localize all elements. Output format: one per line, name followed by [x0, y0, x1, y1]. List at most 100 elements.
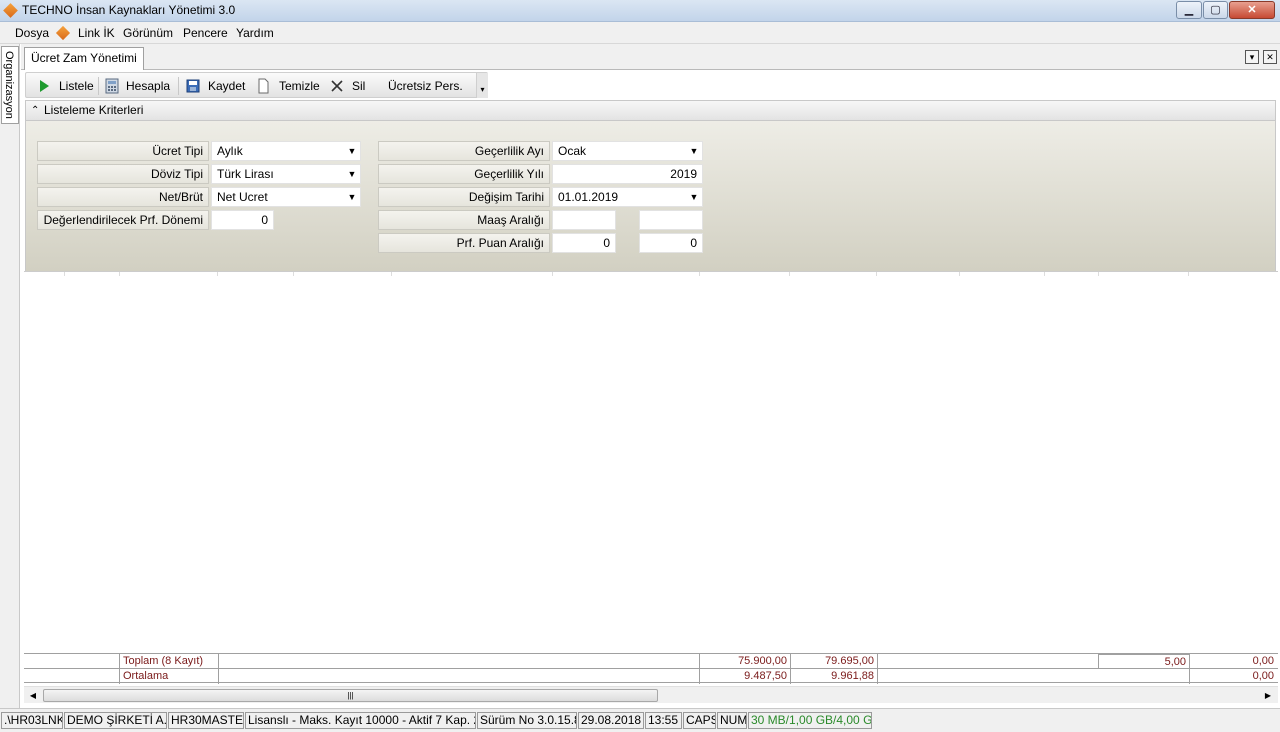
- column-divider: [217, 272, 218, 276]
- hesapla-button[interactable]: Hesapla: [126, 78, 170, 94]
- ortalama-row: Ortalama 9.487,50 9.961,88 0,00: [24, 668, 1278, 684]
- horizontal-scrollbar[interactable]: ◀ ||| ▶: [24, 686, 1278, 703]
- scroll-right-arrow-icon[interactable]: ▶: [1262, 689, 1274, 702]
- degisim-tarihi-picker[interactable]: 01.01.2019 ▼: [552, 187, 703, 207]
- menu-pencere[interactable]: Pencere: [183, 26, 228, 40]
- menu-yardim[interactable]: Yardım: [236, 26, 274, 40]
- menu-dosya[interactable]: Dosya: [15, 26, 49, 40]
- tab-close-button[interactable]: ✕: [1263, 50, 1277, 64]
- status-version: Sürüm No 3.0.15.8: [477, 712, 577, 729]
- toplam-label: Toplam (8 Kayıt): [119, 654, 218, 669]
- toolbar-separator: [98, 77, 99, 95]
- net-brut-select[interactable]: Net Ucret ▼: [211, 187, 361, 207]
- column-divider: [959, 272, 960, 276]
- footer-cell-empty: [218, 654, 699, 669]
- status-memory: 30 MB/1,00 GB/4,00 GB: [748, 712, 872, 729]
- column-divider: [789, 272, 790, 276]
- status-db: HR30MASTER: [168, 712, 244, 729]
- tab-list-dropdown-button[interactable]: ▾: [1245, 50, 1259, 64]
- doviz-tipi-label: Döviz Tipi: [37, 164, 209, 184]
- minimize-button[interactable]: ▁: [1176, 1, 1202, 19]
- link-ik-icon: [55, 25, 71, 41]
- chevron-down-icon[interactable]: ▼: [344, 188, 360, 206]
- ucretsiz-pers-button[interactable]: Ücretsiz Pers.: [388, 78, 463, 94]
- column-divider: [699, 272, 700, 276]
- close-button[interactable]: ✕: [1229, 1, 1275, 19]
- menu-bar: Dosya Link İK Görünüm Pencere Yardım: [0, 22, 1280, 44]
- temizle-button[interactable]: Temizle: [279, 78, 320, 94]
- status-link: .\HR03LNK: [1, 712, 63, 729]
- gecerlilik-ayi-value: Ocak: [558, 144, 587, 158]
- toplam-value: 0,00: [1189, 654, 1277, 669]
- toolbar-overflow-button[interactable]: ▾: [476, 73, 488, 98]
- toplam-value: 75.900,00: [699, 654, 790, 669]
- delete-x-icon: [331, 80, 343, 92]
- toplam-value: 5,00: [1098, 654, 1189, 669]
- chevron-down-icon[interactable]: ▼: [344, 142, 360, 160]
- document-tab-strip: Ücret Zam Yönetimi ▾ ✕: [21, 44, 1280, 70]
- toplam-value: 79.695,00: [790, 654, 877, 669]
- degisim-tarihi-label: Değişim Tarihi: [378, 187, 550, 207]
- puan-min-input[interactable]: 0: [552, 233, 616, 253]
- toolbar-separator: [178, 77, 179, 95]
- footer-cell-divider: [877, 654, 884, 669]
- gecerlilik-yili-label: Geçerlilik Yılı: [378, 164, 550, 184]
- play-icon: [40, 80, 49, 92]
- footer-cell-divider: [877, 669, 884, 684]
- column-divider: [1098, 272, 1099, 276]
- doviz-tipi-value: Türk Lirası: [217, 167, 274, 181]
- ucret-tipi-label: Ücret Tipi: [37, 141, 209, 161]
- calculator-icon: [105, 78, 119, 94]
- status-license: Lisanslı - Maks. Kayıt 10000 - Aktif 7 K…: [245, 712, 476, 729]
- collapse-chevron-icon: ⌃: [31, 105, 40, 116]
- status-company: DEMO ŞİRKETİ A.Ş: [64, 712, 167, 729]
- listele-button[interactable]: Listele: [59, 78, 94, 94]
- scroll-left-arrow-icon[interactable]: ◀: [27, 689, 39, 702]
- status-bar: .\HR03LNK DEMO ŞİRKETİ A.Ş HR30MASTER Li…: [0, 708, 1280, 732]
- ortalama-label: Ortalama: [119, 669, 218, 684]
- new-document-icon: [258, 78, 269, 94]
- maas-min-input[interactable]: [552, 210, 616, 230]
- doviz-tipi-select[interactable]: Türk Lirası ▼: [211, 164, 361, 184]
- column-divider: [1044, 272, 1045, 276]
- column-divider: [552, 272, 553, 276]
- criteria-title: Listeleme Kriterleri: [44, 103, 144, 117]
- menu-link-ik[interactable]: Link İK: [78, 26, 115, 40]
- maximize-button[interactable]: ▢: [1203, 1, 1228, 19]
- status-date: 29.08.2018: [578, 712, 644, 729]
- sidebar-tab-organizasyon[interactable]: Organizasyon: [1, 46, 19, 124]
- kaydet-button[interactable]: Kaydet: [208, 78, 245, 94]
- sidebar-tab-label: Organizasyon: [3, 51, 15, 119]
- data-grid[interactable]: [24, 271, 1278, 652]
- column-divider: [876, 272, 877, 276]
- toplam-row: Toplam (8 Kayıt) 75.900,00 79.695,00 5,0…: [24, 653, 1278, 669]
- grid-footer: Toplam (8 Kayıt) 75.900,00 79.695,00 5,0…: [24, 653, 1278, 684]
- gecerlilik-yili-input[interactable]: 2019: [552, 164, 703, 184]
- ortalama-value: 9.961,88: [790, 669, 877, 684]
- gecerlilik-ayi-label: Geçerlilik Ayı: [378, 141, 550, 161]
- puan-max-input[interactable]: 0: [639, 233, 703, 253]
- menu-gorunum[interactable]: Görünüm: [123, 26, 173, 40]
- criteria-header[interactable]: ⌃ Listeleme Kriterleri: [25, 100, 1276, 121]
- chevron-down-icon[interactable]: ▼: [686, 188, 702, 206]
- ucret-tipi-select[interactable]: Aylık ▼: [211, 141, 361, 161]
- gecerlilik-ayi-select[interactable]: Ocak ▼: [552, 141, 703, 161]
- chevron-down-icon[interactable]: ▼: [686, 142, 702, 160]
- ortalama-value: 9.487,50: [699, 669, 790, 684]
- net-brut-value: Net Ucret: [217, 190, 268, 204]
- donem-input[interactable]: 0: [211, 210, 274, 230]
- column-divider: [119, 272, 120, 276]
- chevron-down-icon[interactable]: ▼: [344, 165, 360, 183]
- donem-label: Değerlendirilecek Prf. Dönemi: [37, 210, 209, 230]
- status-time: 13:55: [645, 712, 682, 729]
- sil-button[interactable]: Sil: [352, 78, 365, 94]
- puan-araligi-label: Prf. Puan Aralığı: [378, 233, 550, 253]
- scroll-thumb[interactable]: |||: [43, 689, 658, 702]
- sidebar: Organizasyon: [0, 44, 20, 708]
- tab-ucret-zam-yonetimi[interactable]: Ücret Zam Yönetimi: [24, 47, 144, 70]
- maas-max-input[interactable]: [639, 210, 703, 230]
- status-caps: CAPS: [683, 712, 716, 729]
- criteria-panel: Ücret Tipi Aylık ▼ Döviz Tipi Türk Liras…: [25, 121, 1276, 271]
- maas-araligi-label: Maaş Aralığı: [378, 210, 550, 230]
- column-divider: [293, 272, 294, 276]
